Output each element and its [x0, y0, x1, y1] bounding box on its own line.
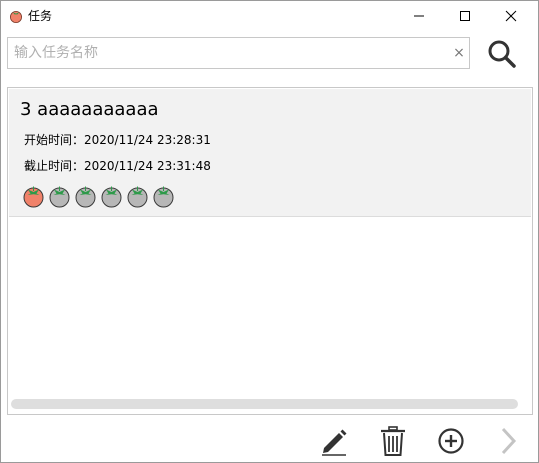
close-button[interactable] [488, 1, 534, 31]
edit-task-button[interactable] [319, 425, 349, 457]
next-page-button[interactable] [494, 425, 524, 457]
title-bar[interactable]: 任务 [1, 1, 538, 31]
search-input[interactable] [8, 38, 438, 68]
add-task-button[interactable] [436, 425, 466, 457]
plus-circle-icon [438, 428, 464, 454]
pomodoro-progress [22, 185, 175, 209]
task-start-time: 开始时间：2020/11/24 23:28:31 [24, 133, 211, 147]
tomato-pending-icon [75, 186, 96, 208]
tomato-pending-icon [127, 186, 148, 208]
pencil-icon [322, 429, 347, 456]
minimize-icon [414, 15, 424, 17]
trash-icon [381, 426, 405, 456]
search-icon [488, 40, 516, 68]
maximize-icon [460, 11, 470, 21]
search-button[interactable] [485, 37, 519, 71]
tomato-app-icon [10, 11, 22, 23]
window-title: 任务 [28, 9, 53, 23]
close-icon [505, 10, 517, 22]
task-item[interactable]: 3 aaaaaaaaaaa 开始时间：2020/11/24 23:28:31 截… [9, 89, 531, 217]
maximize-button[interactable] [442, 1, 488, 31]
chevron-right-icon [501, 427, 517, 455]
tomato-pending-icon [49, 186, 70, 208]
task-title: 3 aaaaaaaaaaa [20, 99, 159, 120]
search-box: × [7, 37, 470, 69]
clear-search-button[interactable]: × [451, 44, 467, 62]
tomato-pending-icon [101, 186, 122, 208]
horizontal-scrollbar[interactable] [11, 399, 518, 409]
minimize-button[interactable] [396, 1, 442, 31]
task-end-time: 截止时间：2020/11/24 23:31:48 [24, 159, 211, 173]
delete-task-button[interactable] [378, 425, 408, 457]
task-list[interactable]: 3 aaaaaaaaaaa 开始时间：2020/11/24 23:28:31 截… [7, 87, 533, 415]
tomato-done-icon [23, 186, 44, 208]
app-window: 任务 × 3 aaaaaaaaaaa [0, 0, 539, 463]
tomato-pending-icon [153, 186, 174, 208]
